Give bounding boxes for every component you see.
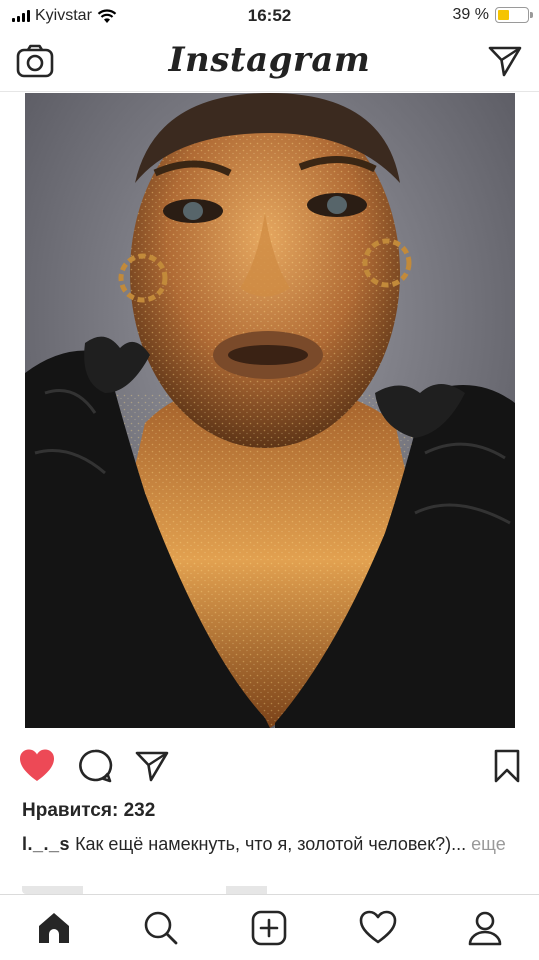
post-actions xyxy=(0,742,539,788)
direct-message-icon[interactable] xyxy=(487,44,523,78)
battery-icon xyxy=(495,7,533,23)
post-caption: l._._s Как ещё намекнуть, что я, золотой… xyxy=(22,832,522,856)
bottom-nav xyxy=(0,894,539,960)
status-bar: Kyivstar 16:52 39 % xyxy=(0,0,539,34)
add-post-icon[interactable] xyxy=(250,909,288,947)
more-link[interactable]: еще xyxy=(471,834,506,854)
heart-filled-icon[interactable] xyxy=(19,748,55,784)
caption-text: Как ещё намекнуть, что я, золотой челове… xyxy=(75,834,467,854)
app-header: Instagram xyxy=(0,34,539,92)
battery-fill xyxy=(498,10,509,20)
share-paper-plane-icon[interactable] xyxy=(134,748,170,784)
caption-username[interactable]: l._._s xyxy=(22,834,70,854)
search-icon[interactable] xyxy=(142,909,180,947)
instagram-logo: Instagram xyxy=(168,40,371,80)
post-photo[interactable] xyxy=(25,93,515,728)
battery-percent: 39 % xyxy=(452,6,489,23)
profile-icon[interactable] xyxy=(466,909,504,947)
status-right: 39 % xyxy=(452,6,533,24)
activity-heart-icon[interactable] xyxy=(359,909,397,947)
home-icon[interactable] xyxy=(35,909,73,947)
comment-bubble-icon[interactable] xyxy=(77,748,113,784)
post-image xyxy=(25,93,515,728)
bookmark-icon[interactable] xyxy=(489,748,525,784)
comments-link-cutoff xyxy=(22,886,362,894)
likes-count[interactable]: Нравится: 232 xyxy=(22,800,155,822)
